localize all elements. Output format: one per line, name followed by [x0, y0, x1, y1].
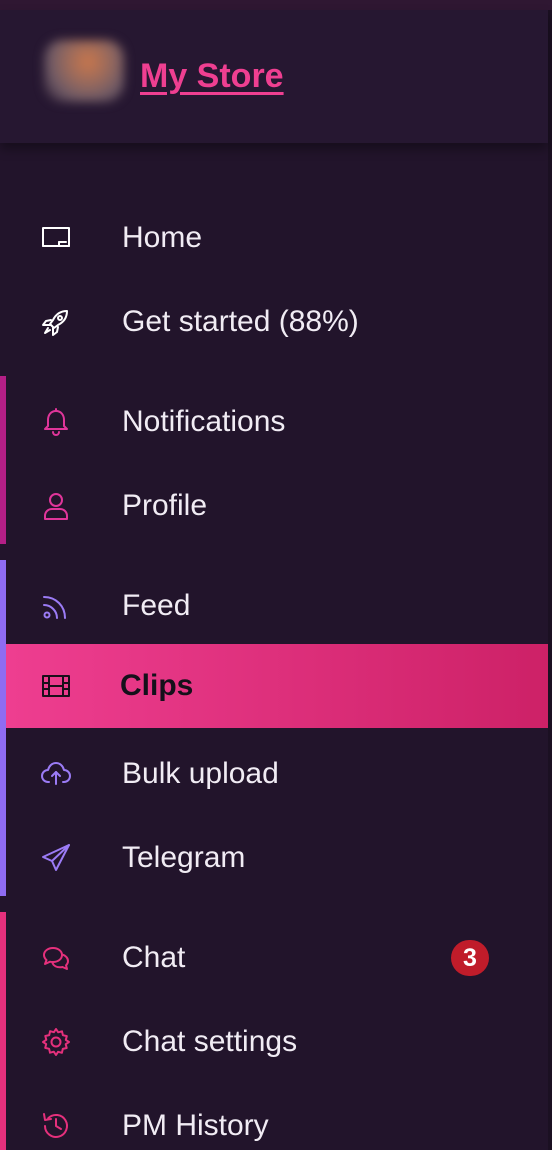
sidebar-item-label: Notifications: [122, 405, 286, 438]
sidebar-item-chat[interactable]: Chat 3: [6, 916, 548, 1000]
sidebar-scroll-edge: [548, 10, 552, 1150]
sidebar-item-label: Home: [122, 221, 203, 254]
sidebar-item-bulk-upload[interactable]: Bulk upload: [6, 732, 548, 816]
monitor-icon: [40, 222, 72, 254]
store-name-link[interactable]: My Store: [140, 57, 284, 96]
sidebar: My Store Home Get started (88%) Notifica…: [0, 0, 552, 1150]
sidebar-item-chat-settings[interactable]: Chat settings: [6, 1000, 548, 1084]
sidebar-item-label: Clips: [120, 669, 194, 702]
history-icon: [40, 1110, 72, 1142]
chat-bubbles-icon: [40, 942, 72, 974]
sidebar-item-telegram[interactable]: Telegram: [6, 816, 548, 900]
rocket-icon: [40, 306, 72, 338]
sidebar-item-label: Telegram: [122, 841, 246, 874]
sidebar-item-label: PM History: [122, 1109, 269, 1142]
store-logo[interactable]: [44, 40, 124, 102]
user-icon: [40, 490, 72, 522]
gear-icon: [40, 1026, 72, 1058]
sidebar-item-label: Bulk upload: [122, 757, 279, 790]
sidebar-item-feed[interactable]: Feed: [6, 564, 548, 648]
film-icon: [40, 670, 72, 702]
unread-count-badge: 3: [451, 940, 489, 976]
sidebar-item-label: Profile: [122, 489, 208, 522]
sidebar-item-pm-history[interactable]: PM History: [6, 1084, 548, 1150]
sidebar-item-home[interactable]: Home: [6, 196, 548, 280]
top-strip: [0, 0, 552, 10]
rss-icon: [40, 590, 72, 622]
sidebar-item-label: Chat settings: [122, 1025, 298, 1058]
bell-icon: [40, 406, 72, 438]
sidebar-item-profile[interactable]: Profile: [6, 464, 548, 548]
send-icon: [40, 842, 72, 874]
store-header: My Store: [0, 10, 548, 143]
sidebar-item-clips[interactable]: Clips: [6, 644, 548, 728]
cloud-upload-icon: [40, 758, 72, 790]
sidebar-item-get-started[interactable]: Get started (88%): [6, 280, 548, 364]
sidebar-item-notifications[interactable]: Notifications: [6, 380, 548, 464]
sidebar-item-label: Feed: [122, 589, 191, 622]
sidebar-item-label: Get started (88%): [122, 305, 359, 338]
sidebar-item-label: Chat: [122, 941, 186, 974]
